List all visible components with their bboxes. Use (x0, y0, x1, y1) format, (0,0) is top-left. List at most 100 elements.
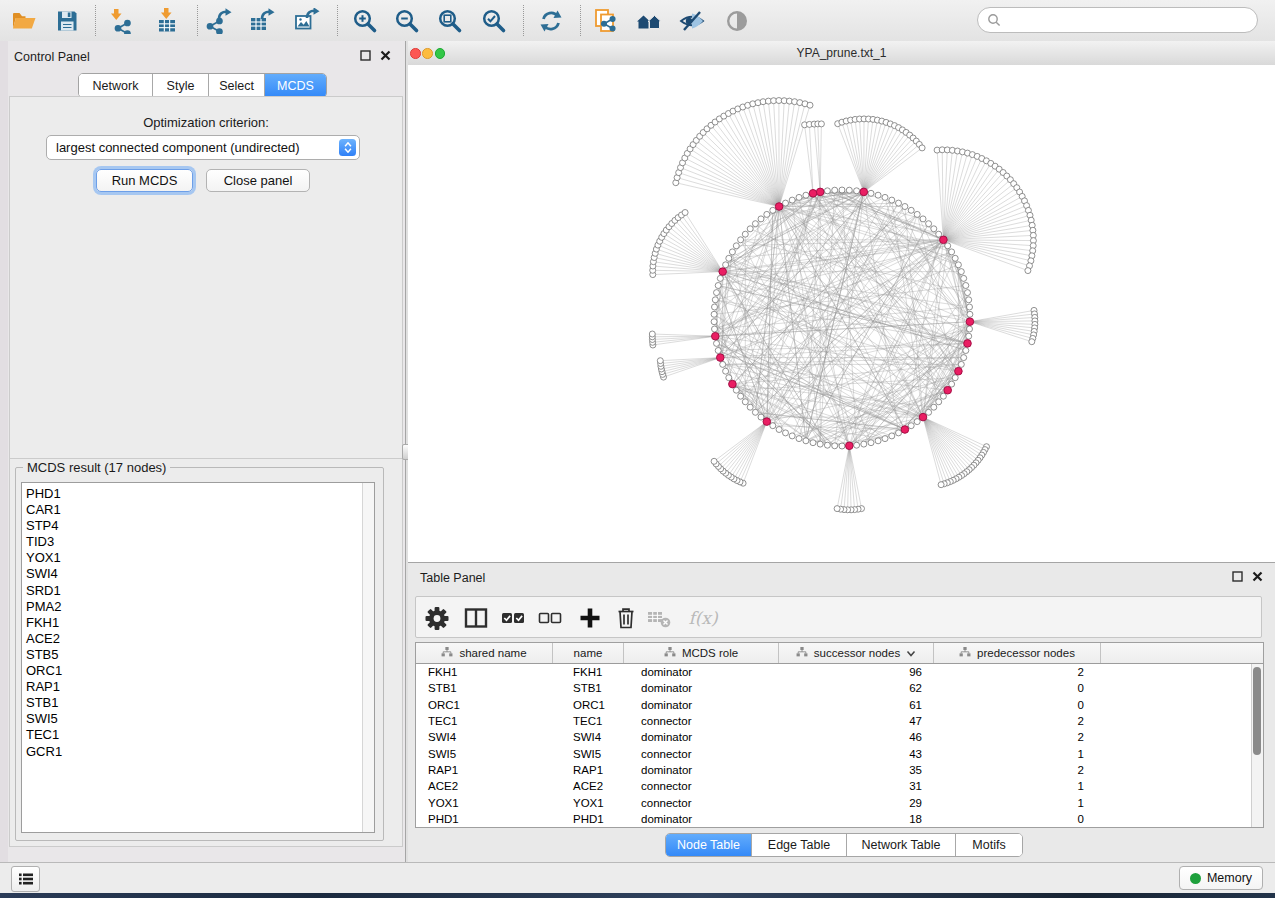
column-header-predecessor-nodes[interactable]: predecessor nodes (934, 643, 1101, 663)
column-header-successor-nodes[interactable]: successor nodes (779, 643, 934, 663)
mcds-result-item[interactable]: SWI4 (26, 566, 374, 582)
mcds-result-item[interactable]: ORC1 (26, 663, 374, 679)
unselect-all-columns-icon[interactable] (536, 604, 564, 632)
table-row[interactable]: FKH1FKH1dominator962 (416, 664, 1263, 680)
mcds-result-item[interactable]: SRD1 (26, 583, 374, 599)
network-column-icon (441, 647, 453, 659)
control-panel-tabs: NetworkStyleSelectMCDS (78, 73, 327, 98)
float-panel-icon[interactable] (1232, 571, 1243, 582)
tab-motifs[interactable]: Motifs (956, 834, 1022, 856)
mcds-result-item[interactable]: STB1 (26, 695, 374, 711)
table-panel-title: Table Panel (420, 571, 485, 585)
mcds-result-item[interactable]: ACE2 (26, 631, 374, 647)
mcds-result-item[interactable]: TID3 (26, 534, 374, 550)
network-view-titlebar[interactable]: YPA_prune.txt_1 (408, 41, 1275, 66)
import-table-icon[interactable] (153, 7, 181, 35)
table-row[interactable]: SWI4SWI4dominator462 (416, 729, 1263, 745)
column-header-MCDS-role[interactable]: MCDS role (624, 643, 779, 663)
table-row[interactable]: YOX1YOX1connector291 (416, 794, 1263, 810)
run-mcds-button[interactable]: Run MCDS (96, 169, 193, 192)
function-builder-icon[interactable]: f(x) (683, 604, 723, 632)
close-panel-icon[interactable] (380, 50, 391, 61)
main-toolbar (0, 0, 1275, 42)
mcds-result-list[interactable]: PHD1CAR1STP4TID3YOX1SWI4SRD1PMA2FKH1ACE2… (21, 482, 375, 833)
criterion-dropdown[interactable]: largest connected component (undirected) (46, 135, 360, 160)
delete-table-icon[interactable] (645, 604, 673, 632)
mcds-result-item[interactable]: FKH1 (26, 615, 374, 631)
toolbar-separator (197, 5, 198, 36)
save-session-icon[interactable] (53, 7, 81, 35)
toolbar-separator (580, 5, 581, 36)
mcds-result-item[interactable]: CAR1 (26, 502, 374, 518)
mcds-list-scrollbar[interactable] (362, 483, 374, 832)
column-header-shared-name[interactable]: shared name (416, 643, 553, 663)
network-column-icon (796, 647, 808, 659)
open-file-icon[interactable] (10, 7, 38, 35)
close-panel-icon[interactable] (1252, 571, 1263, 582)
table-row[interactable]: ACE2ACE2connector311 (416, 778, 1263, 794)
table-panel: Table Panel f(x) shared namenameMCDS rol… (408, 562, 1275, 863)
mcds-result-item[interactable]: SWI5 (26, 711, 374, 727)
mcds-result-item[interactable]: TEC1 (26, 727, 374, 743)
memory-label: Memory (1207, 871, 1252, 885)
table-row[interactable]: STB1STB1dominator620 (416, 680, 1263, 696)
import-network-icon[interactable] (109, 7, 137, 35)
memory-button[interactable]: Memory (1179, 866, 1263, 890)
search-input[interactable] (977, 7, 1258, 33)
network-canvas[interactable] (408, 65, 1275, 562)
refresh-icon[interactable] (537, 7, 565, 35)
zoom-selected-icon[interactable] (480, 7, 508, 35)
mcds-result-item[interactable]: RAP1 (26, 679, 374, 695)
column-header-name[interactable]: name (553, 643, 624, 663)
tab-node-table[interactable]: Node Table (666, 834, 752, 856)
close-panel-button[interactable]: Close panel (206, 169, 310, 192)
mcds-result-item[interactable]: GCR1 (26, 744, 374, 760)
tab-network[interactable]: Network (79, 74, 153, 97)
show-all-icon[interactable] (723, 7, 751, 35)
table-row[interactable]: RAP1RAP1dominator352 (416, 762, 1263, 778)
mcds-result-fieldset: MCDS result (17 nodes) PHD1CAR1STP4TID3Y… (15, 467, 384, 841)
first-neighbors-icon[interactable] (635, 7, 663, 35)
add-column-icon[interactable] (576, 604, 604, 632)
zoom-out-icon[interactable] (393, 7, 421, 35)
split-columns-icon[interactable] (462, 604, 490, 632)
export-image-icon[interactable] (293, 7, 321, 35)
select-all-columns-icon[interactable] (499, 604, 527, 632)
table-row[interactable]: ORC1ORC1dominator610 (416, 697, 1263, 713)
mcds-result-section: MCDS result (17 nodes) PHD1CAR1STP4TID3Y… (9, 458, 403, 847)
table-row[interactable]: PHD1PHD1dominator180 (416, 811, 1263, 827)
zoom-fit-icon[interactable] (436, 7, 464, 35)
mcds-result-item[interactable]: PMA2 (26, 599, 374, 615)
app-window: Control Panel NetworkStyleSelectMCDS Opt… (0, 0, 1275, 892)
network-column-icon (664, 647, 676, 659)
float-panel-icon[interactable] (360, 50, 371, 61)
table-scrollbar[interactable] (1251, 664, 1263, 827)
mcds-result-title: MCDS result (17 nodes) (23, 460, 170, 475)
export-table-icon[interactable] (248, 7, 276, 35)
mcds-result-item[interactable]: STP4 (26, 518, 374, 534)
search-icon (987, 13, 1001, 27)
table-panel-tabs: Node TableEdge TableNetwork TableMotifs (665, 833, 1023, 857)
mcds-result-item[interactable]: STB5 (26, 647, 374, 663)
tab-select[interactable]: Select (209, 74, 265, 97)
table-scrollbar-thumb[interactable] (1253, 667, 1261, 755)
task-list-icon (18, 872, 34, 886)
task-history-button[interactable] (11, 866, 40, 892)
tab-network-table[interactable]: Network Table (847, 834, 956, 856)
mcds-result-item[interactable]: YOX1 (26, 550, 374, 566)
table-body: FKH1FKH1dominator962STB1STB1dominator620… (416, 664, 1263, 827)
tab-mcds[interactable]: MCDS (265, 74, 326, 97)
export-network-icon[interactable] (205, 7, 233, 35)
tab-style[interactable]: Style (153, 74, 209, 97)
table-row[interactable]: TEC1TEC1connector472 (416, 713, 1263, 729)
delete-column-icon[interactable] (612, 604, 640, 632)
mcds-tab-content: Optimization criterion: largest connecte… (9, 96, 403, 459)
hide-selected-icon[interactable] (678, 7, 706, 35)
mcds-result-item[interactable]: PHD1 (26, 486, 374, 502)
tab-edge-table[interactable]: Edge Table (752, 834, 847, 856)
duplicate-network-icon[interactable] (592, 7, 620, 35)
table-row[interactable]: SWI5SWI5connector431 (416, 745, 1263, 761)
gear-icon[interactable] (423, 604, 451, 632)
table-header-row: shared namenameMCDS rolesuccessor nodesp… (416, 643, 1263, 664)
zoom-in-icon[interactable] (351, 7, 379, 35)
